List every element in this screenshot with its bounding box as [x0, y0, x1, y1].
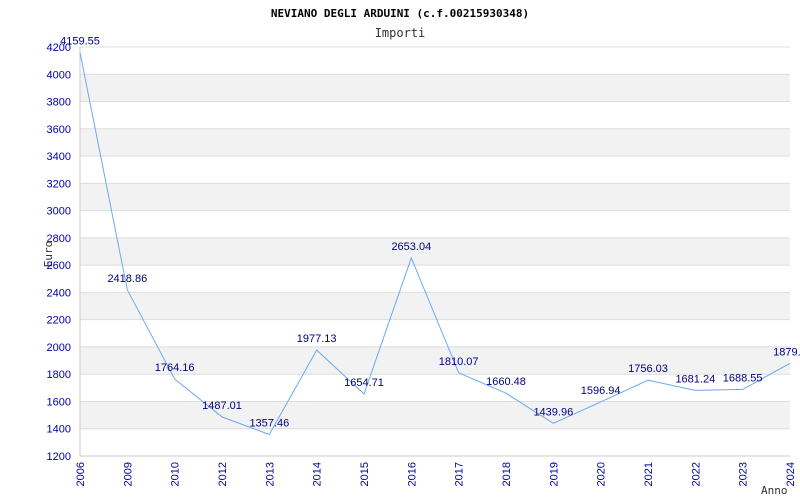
grid-band [80, 401, 790, 429]
data-label: 1810.07 [439, 356, 479, 368]
chart-subtitle: Importi [375, 26, 426, 40]
y-tick-label: 1200 [47, 451, 71, 463]
y-tick-label: 1800 [47, 369, 71, 381]
data-label: 1357.46 [249, 418, 289, 430]
x-tick-label: 2018 [501, 462, 513, 486]
y-tick-label: 1600 [47, 396, 71, 408]
line-chart: NEVIANO DEGLI ARDUINI (c.f.00215930348) … [42, 7, 800, 497]
x-tick-label: 2021 [643, 462, 655, 486]
x-tick-label: 2012 [217, 462, 229, 486]
x-tick-label: 2020 [596, 462, 608, 486]
data-label: 1681.24 [675, 373, 715, 385]
data-label: 1764.16 [155, 362, 195, 374]
y-tick-label: 1400 [47, 424, 71, 436]
chart-title: NEVIANO DEGLI ARDUINI (c.f.00215930348) [271, 7, 529, 20]
data-label: 1977.13 [297, 333, 337, 345]
data-label: 4159.55 [60, 36, 100, 48]
y-tick-label: 2000 [47, 342, 71, 354]
data-label: 1439.96 [533, 406, 573, 418]
data-label: 1654.71 [344, 377, 384, 389]
y-tick-label: 3200 [47, 178, 71, 190]
y-tick-label: 2800 [47, 233, 71, 245]
data-label: 1596.94 [581, 385, 621, 397]
grid-band [80, 74, 790, 102]
x-tick-label: 2019 [548, 462, 560, 486]
x-tick-label: 2009 [122, 462, 134, 486]
data-label: 1879.6 [773, 346, 800, 358]
x-tick-label: 2022 [690, 462, 702, 486]
x-tick-label: 2023 [738, 462, 750, 486]
data-label: 1688.55 [723, 372, 763, 384]
x-tick-label: 2013 [264, 462, 276, 486]
y-tick-label: 3400 [47, 151, 71, 163]
grid-band [80, 237, 790, 266]
y-tick-label: 3800 [47, 97, 71, 109]
x-axis-label: Anno [761, 484, 788, 497]
grid-band [80, 183, 790, 211]
data-label: 1756.03 [628, 363, 668, 375]
y-tick-label: 2200 [47, 315, 71, 327]
x-tick-label: 2016 [406, 462, 418, 486]
y-tick-label: 2600 [47, 260, 71, 272]
x-tick-label: 2010 [170, 462, 182, 486]
data-label: 2418.86 [107, 273, 147, 285]
y-tick-label: 3600 [47, 124, 71, 136]
data-label: 1487.01 [202, 400, 242, 412]
x-tick-label: 2024 [785, 462, 797, 486]
data-label: 2653.04 [391, 241, 431, 253]
x-tick-label: 2017 [454, 462, 466, 486]
x-tick-label: 2014 [312, 462, 324, 486]
x-tick-labels: 2006 2009 2010 2012 2013 2014 2015 2016 2017 2018… [75, 462, 797, 486]
y-tick-label: 2400 [47, 287, 71, 299]
grid-band [80, 128, 790, 157]
x-tick-label: 2006 [75, 462, 87, 486]
y-tick-label: 3000 [47, 206, 71, 218]
x-tick-label: 2015 [359, 462, 371, 486]
data-label: 1660.48 [486, 376, 526, 388]
y-tick-label: 4000 [47, 69, 71, 81]
